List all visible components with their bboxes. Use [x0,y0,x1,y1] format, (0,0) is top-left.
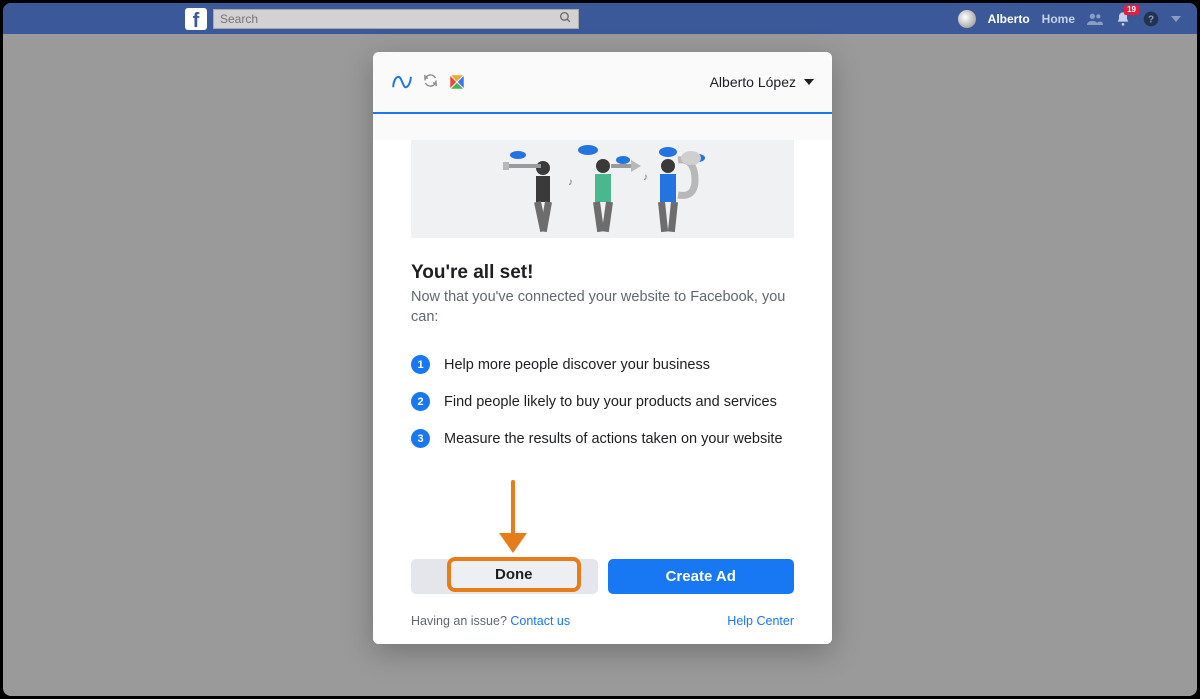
contact-us-link[interactable]: Contact us [510,614,570,628]
modal-subtitle: Now that you've connected your website t… [411,288,794,327]
search-input[interactable] [220,12,559,26]
create-ad-button[interactable]: Create Ad [608,559,795,594]
bullet-number: 1 [411,355,430,374]
modal-user-dropdown[interactable]: Alberto López [710,74,814,90]
notification-badge: 19 [1124,5,1139,15]
facebook-logo-icon[interactable]: f [185,8,207,30]
modal-footer-buttons: Done Create Ad [373,555,832,608]
bullet-number: 3 [411,429,430,448]
bullet-text: Help more people discover your business [444,357,710,373]
done-button[interactable]: Done [447,557,581,592]
refresh-icon[interactable] [423,73,438,92]
app-switcher-icon[interactable] [448,73,466,91]
search-icon[interactable] [559,11,572,27]
facebook-topbar: f Alberto Home 19 ? [3,3,1197,34]
meta-product-icons [391,73,466,92]
home-link[interactable]: Home [1042,12,1075,26]
bullet-item: 3 Measure the results of actions taken o… [411,429,794,448]
svg-text:♪: ♪ [643,172,648,183]
modal-header: Alberto López [373,52,832,114]
notifications-icon[interactable]: 19 [1115,11,1131,27]
search-box[interactable] [213,9,579,29]
setup-complete-modal: Alberto López [373,52,832,644]
bullet-text: Find people likely to buy your products … [444,394,777,410]
annotation-arrow-icon [465,480,832,560]
bullet-text: Measure the results of actions taken on … [444,431,783,447]
bullet-number: 2 [411,392,430,411]
topbar-right: Alberto Home 19 ? [958,10,1189,28]
svg-text:♪: ♪ [568,177,573,188]
modal-title: You're all set! [411,262,794,284]
bullet-item: 2 Find people likely to buy your product… [411,392,794,411]
help-center-link[interactable]: Help Center [727,614,794,628]
page-background: f Alberto Home 19 ? [3,3,1197,696]
svg-text:?: ? [1148,14,1154,25]
meta-logo-icon[interactable] [391,75,413,89]
modal-content: You're all set! Now that you've connecte… [373,252,832,460]
done-button-background[interactable]: Done [411,559,598,594]
modal-body: ♪ ♪ You're all set! Now that you've conn… [373,140,832,644]
account-dropdown-caret-icon[interactable] [1171,16,1181,22]
avatar[interactable] [958,10,976,28]
bullet-item: 1 Help more people discover your busines… [411,355,794,374]
modal-footer-links: Having an issue? Contact us Help Center [373,608,832,644]
modal-user-name: Alberto López [710,74,796,90]
help-icon[interactable]: ? [1143,11,1159,27]
friend-requests-icon[interactable] [1087,11,1103,27]
celebration-illustration: ♪ ♪ [411,140,794,238]
issue-text: Having an issue? Contact us [411,614,570,628]
chevron-down-icon [804,79,814,85]
bullet-list: 1 Help more people discover your busines… [411,355,794,448]
topbar-user-name[interactable]: Alberto [988,12,1030,26]
